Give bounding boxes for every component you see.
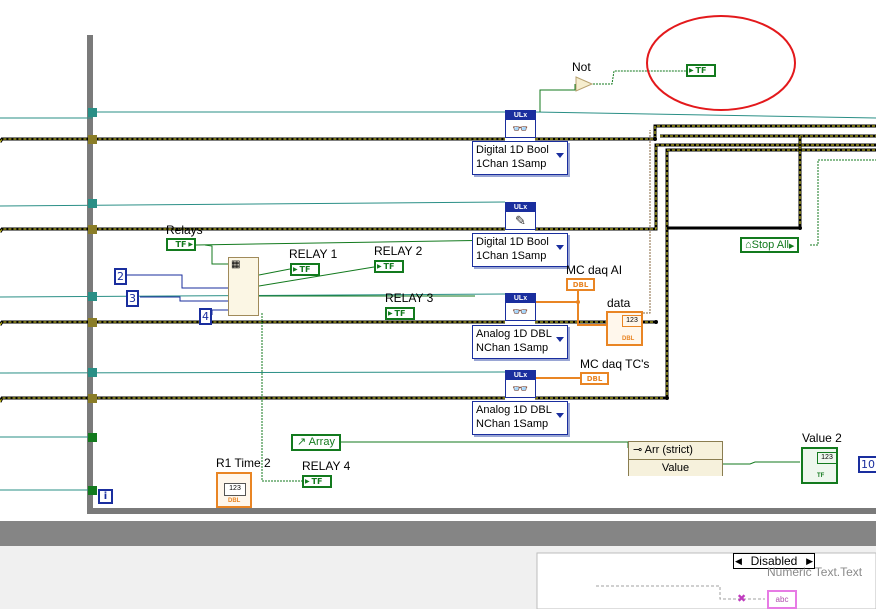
relay1-label: RELAY 1 [289,247,338,261]
relay2-label: RELAY 2 [374,244,423,258]
data-numeric-element: 123 [622,315,642,327]
daqmx-write-node[interactable]: ULx ✎ [505,202,536,230]
r1-time2-control[interactable]: 123 DBL [216,472,252,508]
task-tunnel [88,368,97,377]
disabled-structure-frame [536,552,876,609]
array-grid-icon: ▦ [231,259,241,270]
task-tunnel [88,292,97,301]
property-node-class: ⊸ Arr (strict) [629,442,722,460]
numeric-text-label: Numeric Text.Text [767,565,863,579]
mc-daq-ai-label: MC daq AI [566,263,623,277]
polymorphic-selector-2[interactable]: Digital 1D Bool 1Chan 1Samp [472,233,568,267]
r1-time2-label: R1 Time 2 [216,456,271,470]
dropdown-arrow-icon [556,413,564,418]
polymorphic-selector-4[interactable]: Analog 1D DBL NChan 1Samp [472,401,568,435]
loop-bottom-band [0,521,876,546]
poly-line1: Digital 1D Bool [476,144,549,156]
polymorphic-selector-3[interactable]: Analog 1D DBL NChan 1Samp [472,325,568,359]
task-tunnel [88,108,97,117]
boolean-tunnel [88,433,97,442]
numeric-text-property[interactable]: abc [767,590,797,609]
glasses-icon: 👓 [512,381,529,396]
mc-daq-tcs-label: MC daq TC's [580,357,650,371]
mc-daq-tcs-indicator[interactable]: DBL [580,372,609,385]
relay1-indicator[interactable]: TF [290,263,320,276]
ulx-badge: ULx [506,294,535,303]
poly-line1: Digital 1D Bool [476,236,549,248]
highlight-circle [646,15,796,111]
glasses-icon: 👓 [512,121,529,136]
property-node[interactable]: ⊸ Arr (strict) Value [628,441,723,476]
value2-element: 123 [817,452,837,464]
relay3-label: RELAY 3 [385,291,434,305]
loop-frame-bottom [87,508,876,514]
data-label: data [607,296,631,310]
ulx-badge: ULx [506,111,535,120]
daqmx-read-node-3[interactable]: ULx 👓 [505,370,536,398]
task-tunnel [88,199,97,208]
poly-line1: Analog 1D DBL [476,404,552,416]
daqmx-read-node-1[interactable]: ULx 👓 [505,110,536,138]
ulx-badge: ULx [506,371,535,380]
value2-indicator[interactable]: 123 TF [801,447,838,484]
data-array-indicator[interactable]: 123 DBL [606,311,643,346]
reference-arrow-icon: ↗ [297,436,307,448]
property-value[interactable]: Value [629,460,722,476]
iteration-terminal[interactable]: i [98,489,113,504]
broken-wire-icon: ✖ [737,593,747,605]
left-arrow-icon: ◀ [735,556,742,566]
poly-line2: NChan 1Samp [476,342,549,354]
indicator-arrow-icon: ▶ [788,243,795,250]
error-wires [0,124,876,403]
relays-label: Relays [166,223,203,237]
index-array-node[interactable]: ▦ [228,257,259,316]
error-tunnel [88,225,97,234]
array-ref-text: Array [308,436,335,448]
array-reference[interactable]: ↗ Array [291,434,341,451]
tf-local-variable[interactable]: TF [686,64,716,77]
home-arrow-icon: ⌂ [745,239,752,251]
glasses-icon: 👓 [512,304,529,319]
value2-label: Value 2 [802,431,842,445]
pencil-icon: ✎ [515,213,526,228]
data-type-label: DBL [622,336,635,342]
poly-line1: Analog 1D DBL [476,328,552,340]
r1-time2-numeric: 123 [224,483,246,496]
key-icon: ⊸ [633,444,643,456]
constant-2[interactable]: 2 [114,268,127,285]
daqmx-read-node-2[interactable]: ULx 👓 [505,293,536,321]
relay4-indicator[interactable]: TF [302,475,332,488]
r1-time2-type: DBL [228,498,241,504]
stop-all-local-variable[interactable]: ⌂Stop All▶ [740,237,800,253]
ulx-badge: ULx [506,203,535,212]
constant-10[interactable]: 10 [858,456,876,473]
relays-control[interactable]: TF [166,238,196,251]
relay3-indicator[interactable]: TF [385,307,415,320]
constant-4[interactable]: 4 [199,308,212,325]
stop-all-text: Stop All [751,239,789,251]
poly-line2: 1Chan 1Samp [476,158,547,170]
boolean-tunnel [88,486,97,495]
class-text: Arr (strict) [644,444,693,456]
dropdown-arrow-icon [556,337,564,342]
error-tunnel [88,394,97,403]
polymorphic-selector-1[interactable]: Digital 1D Bool 1Chan 1Samp [472,141,568,175]
mc-daq-ai-indicator[interactable]: DBL [566,278,595,291]
relay2-indicator[interactable]: TF [374,260,404,273]
not-gate-shape [575,76,594,92]
poly-line2: 1Chan 1Samp [476,250,547,262]
error-tunnel [88,318,97,327]
dropdown-arrow-icon [556,245,564,250]
constant-3[interactable]: 3 [126,290,139,307]
poly-line2: NChan 1Samp [476,418,549,430]
relay4-label: RELAY 4 [302,459,351,473]
dropdown-arrow-icon [556,153,564,158]
error-tunnel [88,135,97,144]
value2-type: TF [817,473,825,479]
not-label: Not [572,60,591,74]
